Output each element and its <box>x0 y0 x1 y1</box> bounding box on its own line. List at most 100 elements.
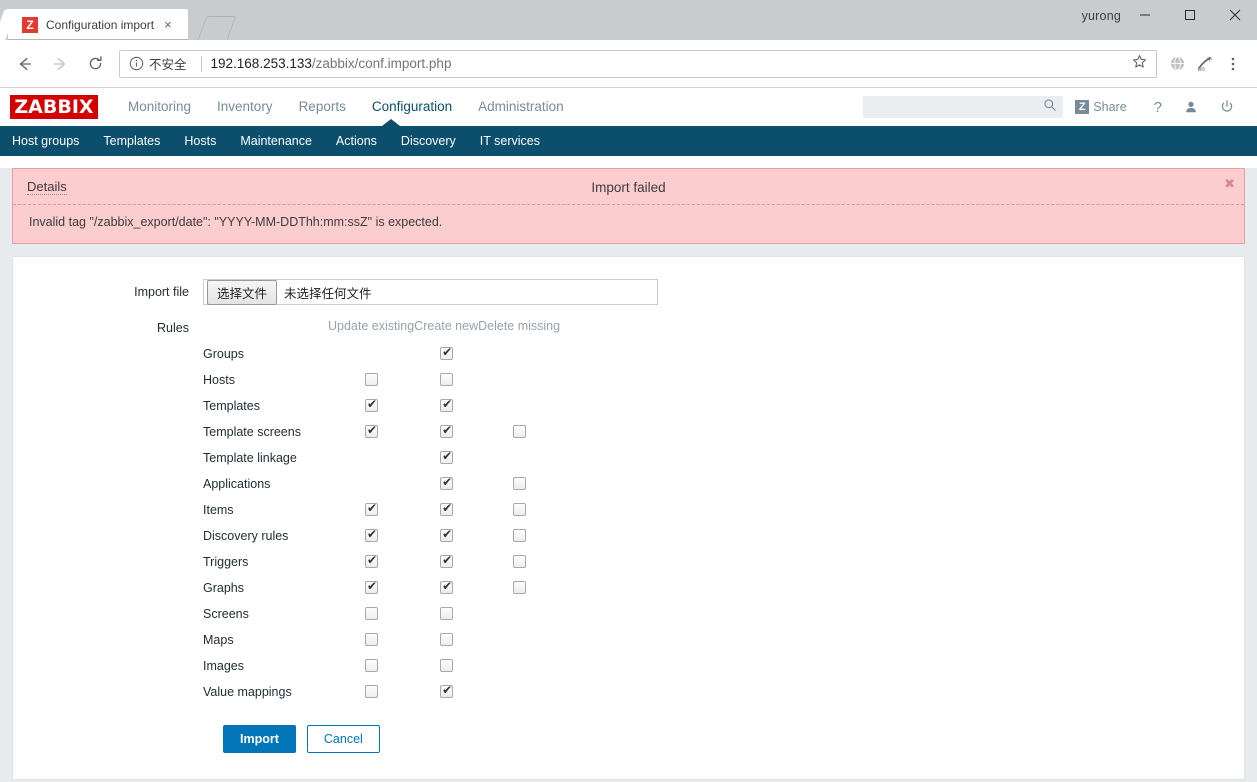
rule-cell <box>328 471 414 497</box>
share-badge-icon: Z <box>1075 100 1090 114</box>
user-profile-icon[interactable] <box>1184 100 1198 114</box>
rule-cell <box>414 575 478 601</box>
subnav-item-host-groups[interactable]: Host groups <box>0 126 91 156</box>
rule-cell <box>414 471 478 497</box>
global-search-box[interactable] <box>863 96 1064 118</box>
checkbox-create-new-triggers[interactable] <box>439 553 454 569</box>
star-icon[interactable] <box>1124 54 1147 74</box>
search-input[interactable] <box>869 99 1044 115</box>
close-icon[interactable]: ✖ <box>1224 177 1235 190</box>
checkbox-update-existing-screens[interactable] <box>364 607 378 621</box>
close-icon[interactable] <box>1212 0 1257 30</box>
ime-en-icon[interactable]: en 中 <box>1191 50 1219 78</box>
checkbox-update-existing-triggers[interactable] <box>364 553 379 569</box>
url-text: 192.168.253.133/zabbix/conf.import.php <box>211 56 452 71</box>
checkbox-update-existing-images[interactable] <box>364 659 378 673</box>
checkbox-delete-missing-template-screens[interactable] <box>512 425 526 439</box>
rules-name-column-header <box>203 319 328 341</box>
browser-tab[interactable]: Z Configuration import × <box>8 9 188 40</box>
subnav-active-pointer <box>382 119 400 126</box>
tab-close-icon[interactable]: × <box>164 18 172 31</box>
reload-icon[interactable] <box>80 49 110 79</box>
column-header-delete-missing: Delete missing <box>478 319 561 333</box>
rule-cell <box>478 627 560 653</box>
menu-item-configuration[interactable]: Configuration <box>359 88 465 126</box>
subnav-item-maintenance[interactable]: Maintenance <box>228 126 324 156</box>
menu-item-inventory[interactable]: Inventory <box>204 88 286 126</box>
address-bar[interactable]: 不安全 192.168.253.133/zabbix/conf.import.p… <box>119 49 1157 78</box>
rule-cell <box>414 497 478 523</box>
rule-label-template-screens: Template screens <box>203 425 301 439</box>
checkbox-delete-missing-applications[interactable] <box>512 477 526 491</box>
choose-file-button[interactable]: 选择文件 <box>207 279 278 305</box>
checkbox-create-new-items[interactable] <box>439 501 454 517</box>
svg-text:中: 中 <box>1207 56 1212 63</box>
window-user-label[interactable]: yurong <box>1082 9 1121 23</box>
checkbox-update-existing-discovery-rules[interactable] <box>364 527 379 543</box>
checkbox-delete-missing-items[interactable] <box>512 503 526 517</box>
chrome-menu-icon[interactable] <box>1219 50 1247 78</box>
search-icon[interactable] <box>1043 98 1057 117</box>
subnav-item-hosts[interactable]: Hosts <box>172 126 228 156</box>
subnav-item-actions[interactable]: Actions <box>324 126 389 156</box>
cancel-button[interactable]: Cancel <box>306 725 380 754</box>
zabbix-logo[interactable]: ZABBIX <box>10 95 98 119</box>
site-security-indicator[interactable]: 不安全 <box>129 54 187 73</box>
menu-item-monitoring[interactable]: Monitoring <box>115 88 204 126</box>
rule-cell <box>478 497 560 523</box>
rules-row: Items <box>203 497 560 523</box>
checkbox-create-new-template-screens[interactable] <box>439 423 454 439</box>
menu-item-reports[interactable]: Reports <box>286 88 359 126</box>
checkbox-create-new-screens[interactable] <box>439 607 453 621</box>
checkbox-create-new-template-linkage[interactable] <box>439 449 454 465</box>
minimize-icon[interactable] <box>1122 0 1167 30</box>
omnibox-divider <box>200 55 202 72</box>
file-input-field[interactable]: 选择文件 未选择任何文件 <box>203 279 658 305</box>
subnav-item-templates[interactable]: Templates <box>91 126 172 156</box>
share-button[interactable]: Z Share <box>1075 100 1127 114</box>
checkbox-create-new-templates[interactable] <box>439 397 454 413</box>
column-header-create-new: Create new <box>414 319 479 333</box>
checkbox-create-new-groups[interactable] <box>439 345 454 361</box>
window-controls <box>1122 0 1257 30</box>
checkbox-update-existing-graphs[interactable] <box>364 579 379 595</box>
rule-cell <box>478 575 560 601</box>
globe-icon[interactable] <box>1163 50 1191 78</box>
maximize-icon[interactable] <box>1167 0 1212 30</box>
checkbox-create-new-applications[interactable] <box>439 475 454 491</box>
rules-row: Templates <box>203 393 560 419</box>
checkbox-create-new-hosts[interactable] <box>439 373 453 387</box>
checkbox-create-new-discovery-rules[interactable] <box>439 527 454 543</box>
rule-cell <box>328 341 414 367</box>
checkbox-create-new-value-mappings[interactable] <box>439 683 454 699</box>
checkbox-create-new-maps[interactable] <box>439 633 453 647</box>
checkbox-update-existing-maps[interactable] <box>364 633 378 647</box>
subnav-item-discovery[interactable]: Discovery <box>389 126 468 156</box>
checkbox-create-new-graphs[interactable] <box>439 579 454 595</box>
rule-cell <box>328 523 414 549</box>
checkbox-update-existing-items[interactable] <box>364 501 379 517</box>
checkbox-update-existing-template-screens[interactable] <box>364 423 379 439</box>
checkbox-delete-missing-discovery-rules[interactable] <box>512 529 526 543</box>
checkbox-create-new-images[interactable] <box>439 659 453 673</box>
back-arrow-icon[interactable] <box>10 49 40 79</box>
new-tab-button[interactable] <box>197 16 237 40</box>
checkbox-delete-missing-graphs[interactable] <box>512 581 526 595</box>
help-icon[interactable]: ? <box>1154 99 1162 116</box>
sign-out-icon[interactable] <box>1220 100 1234 114</box>
rule-cell <box>328 367 414 393</box>
checkbox-update-existing-hosts[interactable] <box>364 373 378 387</box>
checkbox-delete-missing-triggers[interactable] <box>512 555 526 569</box>
rule-cell <box>478 549 560 575</box>
import-file-label: Import file <box>134 285 189 299</box>
subnav-item-it-services[interactable]: IT services <box>468 126 552 156</box>
rule-cell <box>414 679 478 705</box>
checkbox-update-existing-templates[interactable] <box>364 397 379 413</box>
rule-label-maps: Maps <box>203 633 234 647</box>
import-button[interactable]: Import <box>223 725 296 754</box>
details-toggle-link[interactable]: Details <box>27 179 67 195</box>
menu-item-administration[interactable]: Administration <box>465 88 577 126</box>
checkbox-update-existing-value-mappings[interactable] <box>364 685 378 699</box>
rules-row: Discovery rules <box>203 523 560 549</box>
insecure-label: 不安全 <box>149 57 187 72</box>
